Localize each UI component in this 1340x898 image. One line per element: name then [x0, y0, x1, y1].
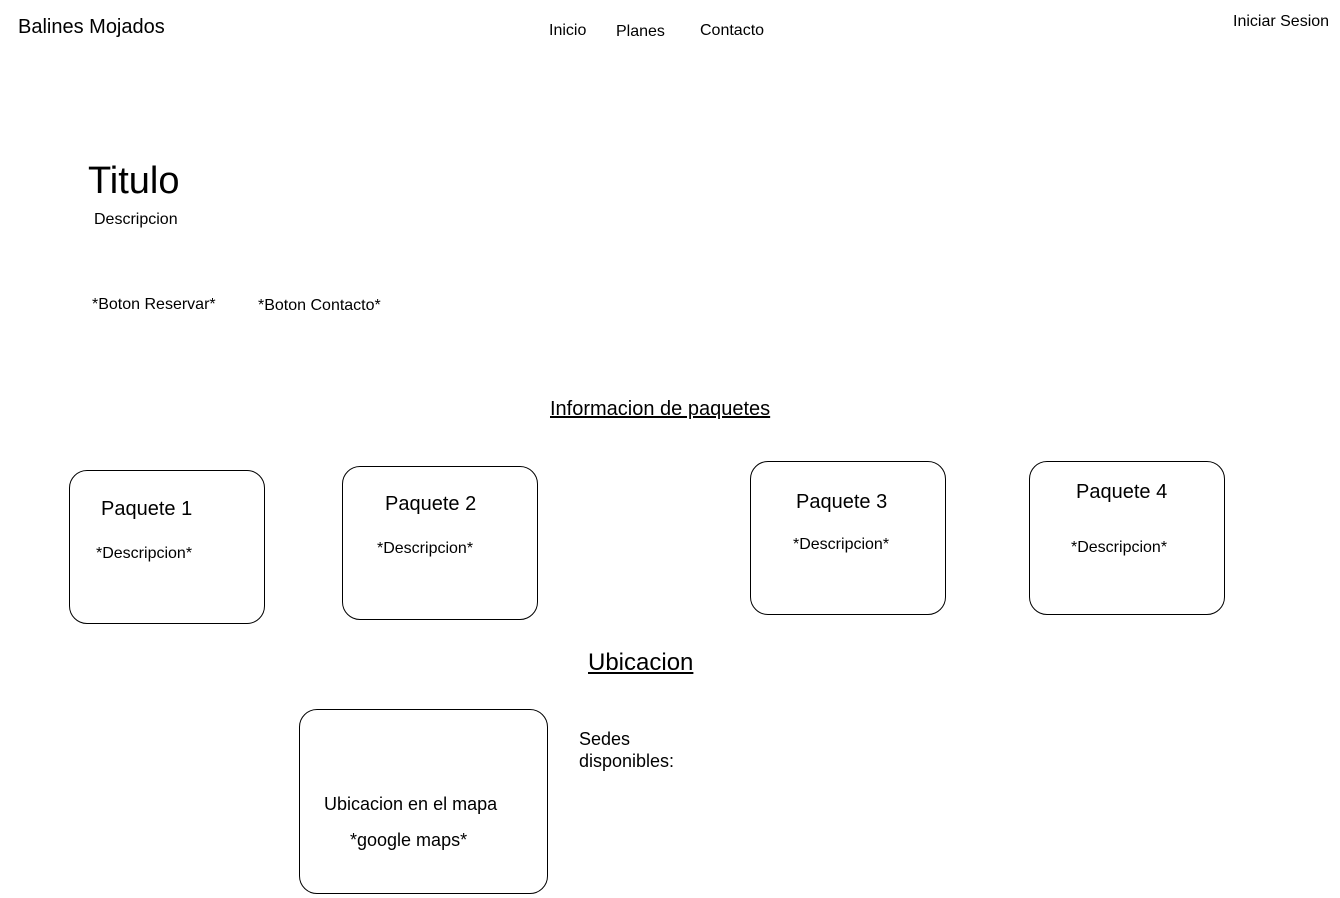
package-description: *Descripcion* [1071, 539, 1168, 556]
hero-description: Descripcion [94, 211, 178, 228]
nav-item-contacto[interactable]: Contacto [700, 22, 764, 40]
package-description: *Descripcion* [793, 536, 890, 553]
map-placeholder[interactable]: Ubicacion en el mapa *google maps* [299, 709, 548, 894]
brand-logo-text[interactable]: Balines Mojados [18, 16, 165, 39]
packages-section-title: Informacion de paquetes [550, 398, 771, 420]
package-title: Paquete 4 [1076, 481, 1168, 503]
contact-button[interactable]: *Boton Contacto* [258, 297, 381, 315]
reserve-button[interactable]: *Boton Reservar* [92, 296, 216, 314]
package-card-3[interactable]: Paquete 3 *Descripcion* [750, 461, 946, 615]
package-card-4[interactable]: Paquete 4 *Descripcion* [1029, 461, 1225, 615]
package-card-1[interactable]: Paquete 1 *Descripcion* [69, 470, 265, 624]
nav-item-inicio[interactable]: Inicio [549, 22, 586, 40]
login-link[interactable]: Iniciar Sesion [1233, 13, 1329, 31]
package-description: *Descripcion* [377, 540, 474, 557]
branches-label: Sedes disponibles: [579, 729, 675, 771]
map-note: *google maps* [350, 830, 468, 850]
package-card-2[interactable]: Paquete 2 *Descripcion* [342, 466, 538, 620]
map-label: Ubicacion en el mapa [324, 794, 498, 814]
package-description: *Descripcion* [96, 545, 193, 562]
package-title: Paquete 2 [385, 493, 477, 515]
package-title: Paquete 3 [796, 491, 888, 513]
hero-title: Titulo [88, 160, 180, 202]
package-title: Paquete 1 [101, 498, 193, 520]
location-section-title: Ubicacion [588, 649, 694, 676]
nav-item-planes[interactable]: Planes [616, 23, 665, 41]
